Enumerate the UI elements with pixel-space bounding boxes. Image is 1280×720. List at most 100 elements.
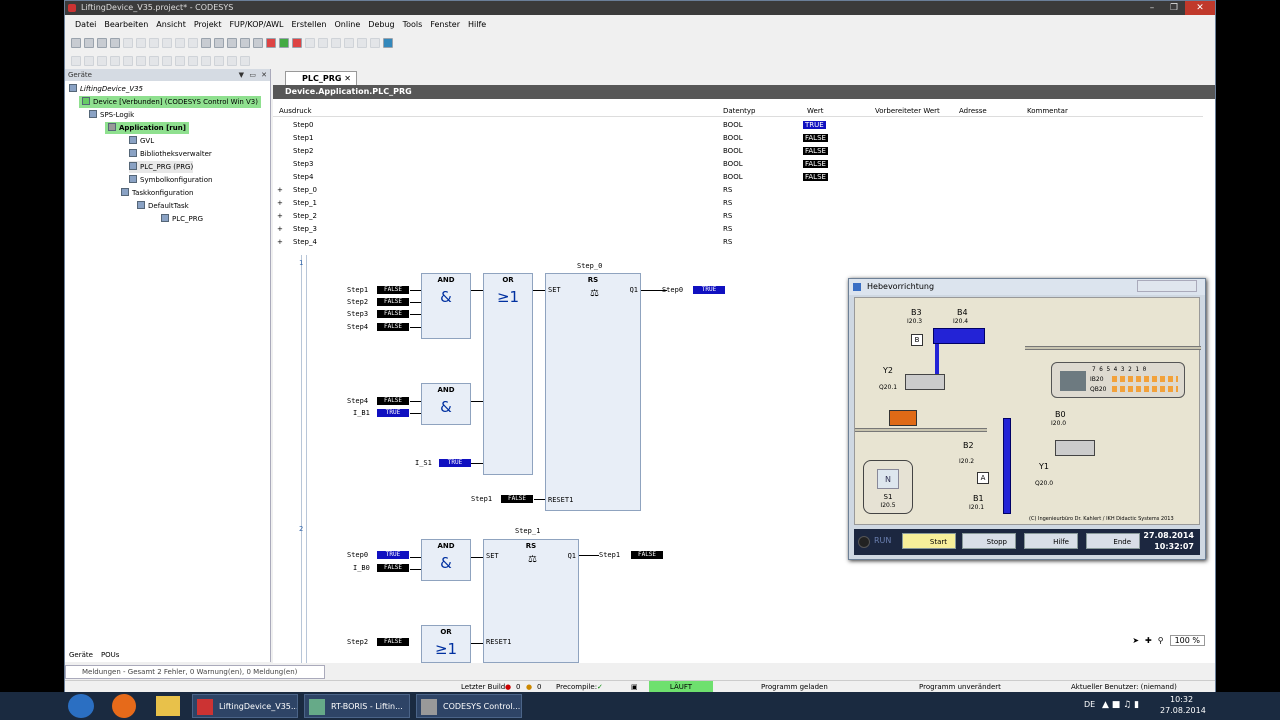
close-panel-icon[interactable]: ✕ [261, 69, 267, 81]
table-row[interactable]: Step2 BOOL FALSE [273, 145, 1203, 158]
sim-stop-button[interactable]: Stopp [962, 533, 1016, 549]
undo-icon[interactable] [123, 38, 133, 48]
tree-item-plcprg[interactable]: PLC_PRG (PRG) [129, 161, 194, 173]
expand-icon[interactable]: + [277, 210, 283, 223]
and-block-3[interactable]: AND & [421, 539, 471, 581]
fbd-jump-icon[interactable] [110, 56, 120, 66]
maximize-button[interactable]: ❐ [1163, 1, 1185, 15]
and-block-2[interactable]: AND & [421, 383, 471, 425]
sim-help-button[interactable]: Hilfe [1024, 533, 1078, 549]
breakpoint-icon[interactable] [344, 38, 354, 48]
col-wert[interactable]: Wert [807, 105, 823, 117]
table-row[interactable]: Step0 BOOL TRUE [273, 119, 1203, 132]
menu-bearbeiten[interactable]: Bearbeiten [100, 18, 152, 32]
tree-item-symbolconfig[interactable]: Symbolkonfiguration [129, 174, 212, 186]
menu-fenster[interactable]: Fenster [426, 18, 464, 32]
fbd-network-icon[interactable] [71, 56, 81, 66]
taskbar-item-rt-boris[interactable]: RT-BORIS - Liftin... [304, 694, 410, 718]
zoom-level[interactable]: 100 % [1169, 635, 1205, 646]
menu-hilfe[interactable]: Hilfe [464, 18, 490, 32]
login-icon[interactable] [253, 38, 263, 48]
rs-block-step1[interactable]: RS SET Q1 RESET1 ⚖ [483, 539, 579, 663]
expand-icon[interactable]: + [277, 197, 283, 210]
fbd-reset-icon[interactable] [175, 56, 185, 66]
tab-geraete[interactable]: Geräte [69, 649, 93, 661]
tree-item-defaulttask[interactable]: DefaultTask [137, 200, 189, 212]
find-icon[interactable] [201, 38, 211, 48]
fbd-coil-icon[interactable] [214, 56, 224, 66]
magnifier-icon[interactable]: ⚲ [1158, 636, 1164, 645]
fbd-branch-icon[interactable] [227, 56, 237, 66]
close-button[interactable]: ✕ [1185, 1, 1215, 15]
taskbar-item-codesys-project[interactable]: LiftingDevice_V35... [192, 694, 298, 718]
expand-icon[interactable]: + [277, 184, 283, 197]
print-icon[interactable] [110, 38, 120, 48]
write-values-icon[interactable] [357, 38, 367, 48]
fbd-box-icon[interactable] [84, 56, 94, 66]
table-row[interactable]: + Step_2 RS [273, 210, 1203, 223]
tab-plc-prg[interactable]: PLC_PRG ✕ [285, 71, 357, 85]
or-block-2[interactable]: OR ≥1 [421, 625, 471, 663]
table-row[interactable]: Step1 BOOL FALSE [273, 132, 1203, 145]
fbd-negate-icon[interactable] [149, 56, 159, 66]
redo-icon[interactable] [136, 38, 146, 48]
stop-icon[interactable] [292, 38, 302, 48]
sim-exit-button[interactable]: Ende [1086, 533, 1140, 549]
fbd-assign-icon[interactable] [97, 56, 107, 66]
cut-icon[interactable] [149, 38, 159, 48]
fbd-comment-icon[interactable] [240, 56, 250, 66]
messages-bar[interactable]: Meldungen - Gesamt 2 Fehler, 0 Warnung(e… [65, 665, 325, 679]
step-into-icon[interactable] [318, 38, 328, 48]
table-row[interactable]: + Step_4 RS [273, 236, 1203, 249]
generate-icon[interactable] [240, 38, 250, 48]
build-icon[interactable] [227, 38, 237, 48]
step-over-icon[interactable] [305, 38, 315, 48]
logout-icon[interactable] [266, 38, 276, 48]
explorer-icon[interactable] [156, 696, 180, 716]
sim-start-button[interactable]: Start [902, 533, 956, 549]
fbd-set-icon[interactable] [162, 56, 172, 66]
table-row[interactable]: + Step_3 RS [273, 223, 1203, 236]
menu-erstellen[interactable]: Erstellen [287, 18, 330, 32]
col-vorbereiteter-wert[interactable]: Vorbereiteter Wert [875, 105, 940, 117]
delete-icon[interactable] [188, 38, 198, 48]
pointer-icon[interactable]: ➤ [1132, 636, 1139, 645]
sim-window-buttons[interactable] [1137, 280, 1197, 292]
tree-item-plcprg-call[interactable]: PLC_PRG [161, 213, 203, 225]
tree-item-gvl[interactable]: GVL [129, 135, 154, 147]
menu-ansicht[interactable]: Ansicht [152, 18, 190, 32]
autohide-icon[interactable]: ▭ [249, 69, 256, 81]
tab-pous[interactable]: POUs [101, 649, 120, 661]
taskbar-item-codesys-control[interactable]: CODESYS Control... [416, 694, 522, 718]
new-file-icon[interactable] [71, 38, 81, 48]
menu-debug[interactable]: Debug [364, 18, 398, 32]
open-icon[interactable] [84, 38, 94, 48]
cart-icon[interactable] [383, 38, 393, 48]
table-row[interactable]: Step4 BOOL FALSE [273, 171, 1203, 184]
copy-icon[interactable] [162, 38, 172, 48]
fbd-contact-icon[interactable] [201, 56, 211, 66]
or-block-1[interactable]: OR ≥1 [483, 273, 533, 475]
pin-icon[interactable]: ▼ [239, 69, 244, 81]
table-row[interactable]: + Step_0 RS [273, 184, 1203, 197]
menu-online[interactable]: Online [330, 18, 364, 32]
start-orb-icon[interactable] [68, 694, 94, 718]
rs-block-step0[interactable]: RS SET Q1 RESET1 ⚖ [545, 273, 641, 511]
menu-fup[interactable]: FUP/KOP/AWL [225, 18, 287, 32]
table-row[interactable]: Step3 BOOL FALSE [273, 158, 1203, 171]
fbd-edge-icon[interactable] [188, 56, 198, 66]
firefox-icon[interactable] [112, 694, 136, 718]
menu-datei[interactable]: Datei [71, 18, 100, 32]
table-row[interactable]: + Step_1 RS [273, 197, 1203, 210]
force-values-icon[interactable] [370, 38, 380, 48]
tree-item-application[interactable]: Application [run] [105, 122, 189, 134]
s1-button[interactable]: N [877, 469, 899, 489]
fbd-input-icon[interactable] [136, 56, 146, 66]
tray-icons[interactable]: ▲ ■ ♫ ▮ [1102, 700, 1139, 710]
tree-item-libraries[interactable]: Bibliotheksverwalter [129, 148, 212, 160]
replace-icon[interactable] [214, 38, 224, 48]
expand-icon[interactable]: + [277, 236, 283, 249]
paste-icon[interactable] [175, 38, 185, 48]
col-datentyp[interactable]: Datentyp [723, 105, 756, 117]
menu-tools[interactable]: Tools [399, 18, 427, 32]
